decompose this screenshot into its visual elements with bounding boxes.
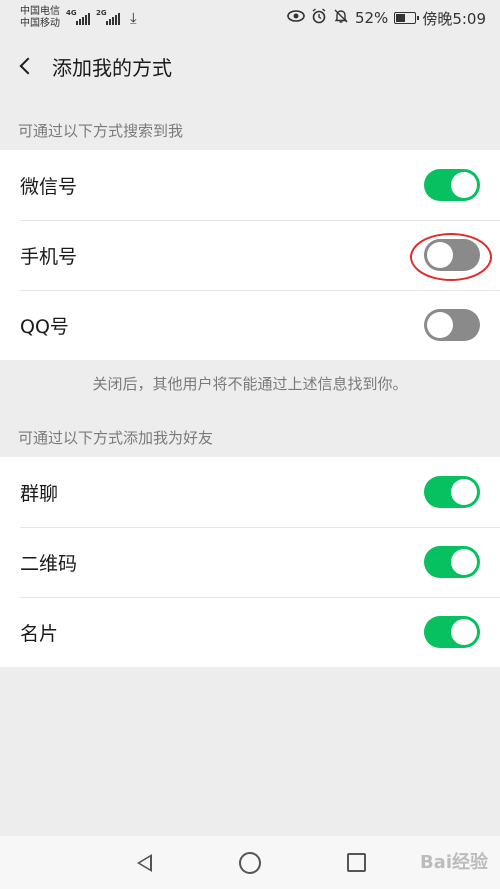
row-label: 名片 — [20, 622, 59, 645]
toggle-knob — [451, 619, 477, 645]
search-section-label: 可通过以下方式搜索到我 — [18, 122, 184, 140]
carrier-names: 中国电信 中国移动 — [20, 6, 60, 30]
row-qq-number: QQ号 — [0, 290, 500, 360]
toggle-knob — [451, 479, 477, 505]
row-qr-code: 二维码 — [0, 527, 500, 597]
toggle-knob — [451, 172, 477, 198]
row-label: 群聊 — [20, 482, 59, 505]
recents-square-icon — [346, 853, 366, 872]
network-type-2: 2G — [96, 9, 107, 17]
row-group-chat: 群聊 — [0, 457, 500, 527]
bell-off-icon — [333, 8, 349, 28]
row-wechat-id: 微信号 — [0, 150, 500, 220]
row-label: 手机号 — [20, 245, 78, 268]
toggle-knob — [427, 312, 453, 338]
qq-number-toggle[interactable] — [424, 309, 480, 341]
clock: 傍晚5:09 — [422, 9, 486, 28]
add-section-label: 可通过以下方式添加我为好友 — [18, 429, 214, 447]
row-phone-number: 手机号 — [0, 220, 500, 290]
back-button[interactable] — [0, 36, 50, 96]
business-card-toggle[interactable] — [424, 616, 480, 648]
nav-back-button[interactable] — [91, 836, 197, 889]
watermark-logo: Bai经验 — [419, 852, 488, 873]
search-settings-group: 微信号 手机号 QQ号 — [0, 150, 500, 360]
toggle-knob — [451, 549, 477, 575]
back-triangle-icon — [136, 853, 152, 872]
battery-percent: 52% — [354, 9, 389, 27]
wechat-id-toggle[interactable] — [424, 169, 480, 201]
download-icon: ⤓ — [130, 9, 137, 27]
network-type-1: 4G — [66, 9, 77, 17]
status-bar: 中国电信 中国移动 4G 2G ⤓ 52% 傍晚5:09 — [0, 0, 500, 36]
header: 添加我的方式 — [0, 36, 500, 96]
status-left: 中国电信 中国移动 4G 2G ⤓ — [20, 6, 137, 30]
row-business-card: 名片 — [0, 597, 500, 667]
alarm-icon — [311, 8, 327, 28]
chevron-left-icon — [19, 57, 37, 75]
page-title: 添加我的方式 — [52, 55, 172, 80]
battery-fill — [396, 14, 406, 22]
row-label: 微信号 — [20, 175, 78, 198]
add-settings-group: 群聊 二维码 名片 — [0, 457, 500, 667]
home-circle-icon — [239, 851, 261, 874]
phone-number-toggle[interactable] — [424, 239, 480, 271]
qr-code-toggle[interactable] — [424, 546, 480, 578]
group-chat-toggle[interactable] — [424, 476, 480, 508]
signal-icon-1: 4G — [66, 9, 90, 25]
nav-recents-button[interactable] — [303, 836, 409, 889]
row-label: 二维码 — [20, 552, 78, 575]
nav-home-button[interactable] — [197, 836, 303, 889]
search-note: 关闭后，其他用户将不能通过上述信息找到你。 — [92, 375, 408, 393]
row-label: QQ号 — [20, 315, 69, 338]
battery-icon — [394, 12, 420, 24]
signal-icon-2: 2G — [96, 9, 120, 25]
carrier-1: 中国电信 — [20, 6, 60, 17]
status-right: 52% 傍晚5:09 — [287, 8, 486, 29]
eye-icon — [287, 9, 305, 27]
toggle-knob — [427, 242, 453, 268]
carrier-2: 中国移动 — [20, 18, 60, 29]
